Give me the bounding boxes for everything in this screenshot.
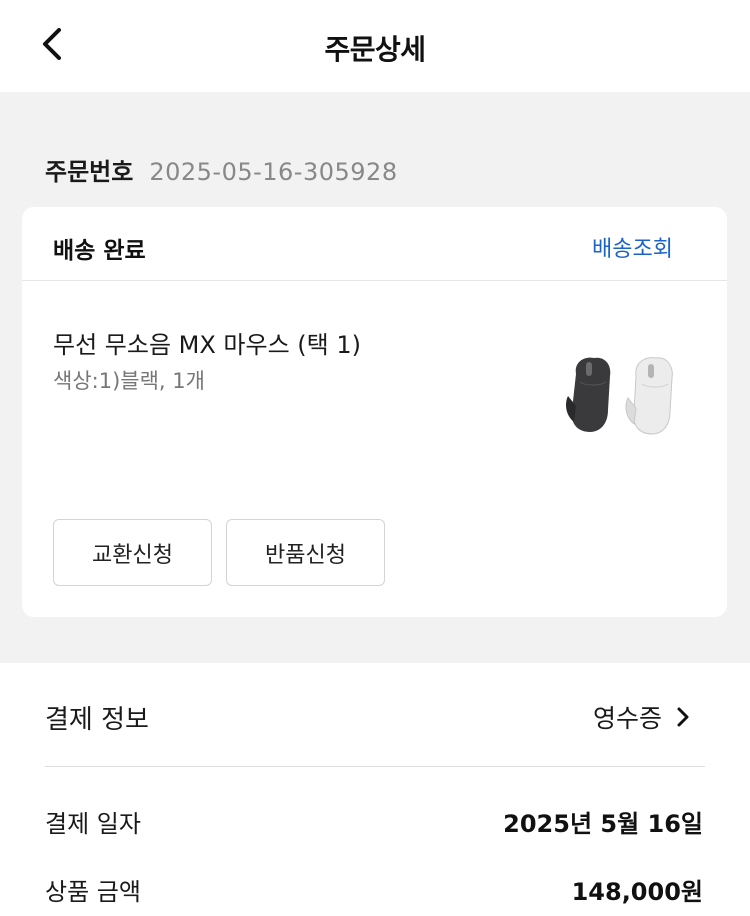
product-amount-value: 148,000원 [571, 878, 703, 906]
product-image[interactable] [562, 352, 700, 437]
shipment-status: 배송 완료 [53, 238, 146, 264]
return-request-button[interactable]: 반품신청 [226, 519, 385, 586]
product-name: 무선 무소음 MX 마우스 (택 1) [53, 331, 362, 359]
exchange-request-button[interactable]: 교환신청 [53, 519, 212, 586]
order-number-row: 주문번호 2025-05-16-305928 [45, 152, 398, 187]
divider [45, 766, 705, 767]
receipt-link[interactable]: 영수증 [593, 699, 690, 735]
shipment-card-header: 배송 완료 배송조회 [22, 207, 727, 281]
shipment-card: 배송 완료 배송조회 무선 무소음 MX 마우스 (택 1) 색상:1)블랙, … [22, 207, 727, 617]
chevron-right-icon [676, 706, 690, 728]
payment-title: 결제 정보 [45, 705, 149, 735]
product-option: 색상:1)블랙, 1개 [53, 369, 205, 393]
payment-date-label: 결제 일자 [45, 810, 141, 838]
receipt-label: 영수증 [592, 704, 662, 733]
product-amount-label: 상품 금액 [45, 878, 141, 906]
payment-date-value: 2025년 5월 16일 [503, 810, 703, 838]
payment-section: 결제 정보 영수증 결제 일자 2025년 5월 16일 상품 금액 148,0… [0, 663, 750, 916]
order-number-value: 2025-05-16-305928 [149, 158, 398, 186]
track-shipment-link[interactable]: 배송조회 [592, 231, 673, 263]
page-title: 주문상세 [324, 33, 426, 66]
order-number-label: 주문번호 [45, 158, 134, 186]
top-bar: 주문상세 [0, 0, 750, 92]
